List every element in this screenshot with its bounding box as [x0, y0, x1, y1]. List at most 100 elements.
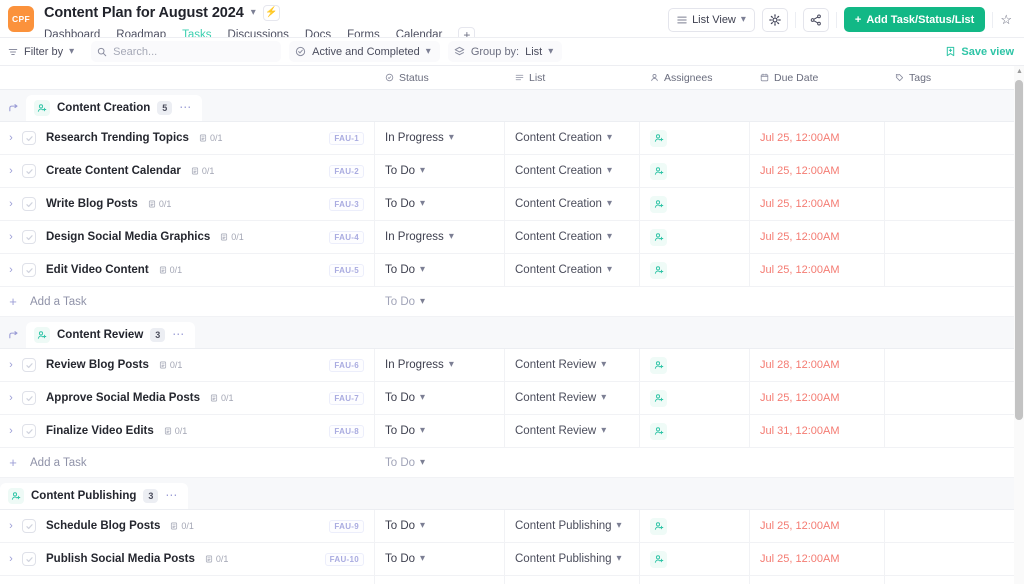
task-row[interactable]: ›Upload Video Content0/1FAU-11To Do▾Cont…	[0, 576, 1014, 584]
add-assignee-icon[interactable]	[650, 261, 667, 279]
lightning-bolt-icon[interactable]: ⚡	[262, 4, 280, 21]
scrollbar-thumb[interactable]	[1015, 80, 1023, 420]
task-status-cell[interactable]: To Do▾	[375, 543, 505, 575]
task-status-value[interactable]: In Progress ▾	[385, 132, 454, 144]
task-group-menu-icon[interactable]: ⋯	[165, 489, 178, 501]
task-assignees-cell[interactable]	[640, 576, 750, 584]
task-status-value[interactable]: To Do ▾	[385, 553, 425, 565]
task-group-menu-icon[interactable]: ⋯	[172, 328, 185, 340]
add-task-status-list-button[interactable]: + Add Task/Status/List	[843, 7, 986, 32]
scroll-up-icon[interactable]: ▲	[1016, 68, 1023, 75]
task-assignees-cell[interactable]	[640, 382, 750, 414]
task-due-date-cell[interactable]: Jul 25, 12:00AM	[750, 382, 885, 414]
task-name-cell[interactable]: › Create Content Calendar 0/1 FAU-2	[0, 155, 375, 187]
add-task-status[interactable]: To Do ▾	[375, 296, 505, 308]
task-list-value[interactable]: Content Publishing ▾	[515, 520, 622, 532]
task-complete-checkbox[interactable]	[22, 263, 36, 277]
expand-task-icon[interactable]: ›	[0, 132, 22, 144]
task-status-cell[interactable]: To Do▾	[375, 510, 505, 542]
task-list-cell[interactable]: Content Creation ▾	[505, 254, 640, 286]
person-add-icon[interactable]	[34, 100, 50, 116]
expand-task-icon[interactable]: ›	[0, 264, 22, 276]
task-name-cell[interactable]: › Review Blog Posts 0/1 FAU-6	[0, 349, 375, 381]
task-row[interactable]: › Publish Social Media Posts 0/1 FAU-10 To D…	[0, 543, 1014, 576]
star-icon[interactable]: ☆	[1000, 12, 1012, 28]
expand-task-icon[interactable]: ›	[0, 198, 22, 210]
task-list-cell[interactable]: Content Review ▾	[505, 415, 640, 447]
expand-task-icon[interactable]: ›	[0, 231, 22, 243]
add-assignee-icon[interactable]	[650, 389, 667, 407]
task-tags-cell[interactable]	[885, 122, 1014, 154]
settings-button[interactable]	[761, 7, 788, 32]
task-list-value[interactable]: Content Creation ▾	[515, 132, 612, 144]
person-add-icon[interactable]	[8, 488, 24, 504]
task-tags-cell[interactable]	[885, 415, 1014, 447]
task-assignees-cell[interactable]	[640, 349, 750, 381]
task-status-cell[interactable]: In Progress ▾	[375, 122, 505, 154]
task-assignees-cell[interactable]	[640, 415, 750, 447]
task-status-value[interactable]: To Do ▾	[385, 392, 425, 404]
column-header-status[interactable]: Status	[375, 72, 505, 84]
task-complete-checkbox[interactable]	[22, 131, 36, 145]
expand-task-icon[interactable]: ›	[0, 553, 22, 565]
task-list-value[interactable]: Content Creation ▾	[515, 231, 612, 243]
task-tags-cell[interactable]	[885, 155, 1014, 187]
task-due-date-value[interactable]: Jul 31, 12:00AM	[760, 425, 840, 437]
task-complete-checkbox[interactable]	[22, 424, 36, 438]
task-due-date-value[interactable]: Jul 25, 12:00AM	[760, 520, 840, 532]
task-status-value[interactable]: In Progress ▾	[385, 359, 454, 371]
workspace-logo[interactable]: CPF	[8, 6, 34, 32]
add-task-status[interactable]: To Do ▾	[375, 457, 505, 469]
task-row[interactable]: › Design Social Media Graphics 0/1 FAU-4 In …	[0, 221, 1014, 254]
task-due-date-value[interactable]: Jul 25, 12:00AM	[760, 392, 840, 404]
task-row[interactable]: › Approve Social Media Posts 0/1 FAU-7 To Do…	[0, 382, 1014, 415]
add-assignee-icon[interactable]	[650, 422, 667, 440]
task-name-cell[interactable]: › Research Trending Topics 0/1 FAU-1	[0, 122, 375, 154]
task-status-value[interactable]: To Do ▾	[385, 520, 425, 532]
add-assignee-icon[interactable]	[650, 162, 667, 180]
task-list-cell[interactable]: Content Publishing▾	[505, 576, 640, 584]
task-name-cell[interactable]: › Publish Social Media Posts 0/1 FAU-10	[0, 543, 375, 575]
task-assignees-cell[interactable]	[640, 543, 750, 575]
task-assignees-cell[interactable]	[640, 122, 750, 154]
share-button[interactable]	[802, 7, 829, 32]
task-tags-cell[interactable]	[885, 188, 1014, 220]
task-list-value[interactable]: Content Review ▾	[515, 392, 606, 404]
task-status-value[interactable]: To Do ▾	[385, 264, 425, 276]
add-assignee-icon[interactable]	[650, 550, 667, 568]
task-tags-cell[interactable]	[885, 576, 1014, 584]
task-due-date-cell[interactable]: Jul 25, 12:00AM	[750, 188, 885, 220]
task-complete-checkbox[interactable]	[22, 197, 36, 211]
task-due-date-cell[interactable]: Jul 28, 12:00AM	[750, 349, 885, 381]
task-due-date-value[interactable]: Jul 25, 12:00AM	[760, 553, 840, 565]
task-row[interactable]: › Edit Video Content 0/1 FAU-5 To Do ▾ Content…	[0, 254, 1014, 287]
search-input[interactable]: Search...	[91, 41, 282, 62]
task-row[interactable]: › Finalize Video Edits 0/1 FAU-8 To Do ▾ Conte…	[0, 415, 1014, 448]
collapse-arrow-icon[interactable]	[0, 322, 26, 348]
task-due-date-value[interactable]: Jul 25, 12:00AM	[760, 198, 840, 210]
task-list-cell[interactable]: Content Creation ▾	[505, 155, 640, 187]
task-tags-cell[interactable]	[885, 254, 1014, 286]
task-complete-checkbox[interactable]	[22, 552, 36, 566]
task-group-menu-icon[interactable]: ⋯	[179, 101, 192, 113]
task-due-date-cell[interactable]: Jul 25, 12:00AM	[750, 254, 885, 286]
add-assignee-icon[interactable]	[650, 517, 667, 535]
task-row[interactable]: › Create Content Calendar 0/1 FAU-2 To Do ▾ Co…	[0, 155, 1014, 188]
task-status-cell[interactable]: In Progress ▾	[375, 221, 505, 253]
task-tags-cell[interactable]	[885, 510, 1014, 542]
status-filter-button[interactable]: Active and Completed ▾	[289, 41, 440, 62]
task-name-cell[interactable]: ›Upload Video Content0/1FAU-11	[0, 576, 375, 584]
task-name-cell[interactable]: › Write Blog Posts 0/1 FAU-3	[0, 188, 375, 220]
task-due-date-value[interactable]: Jul 25, 12:00AM	[760, 165, 840, 177]
chevron-down-icon[interactable]: ▾	[251, 7, 256, 18]
column-header-list[interactable]: List	[505, 72, 640, 84]
plus-icon[interactable]: +	[2, 455, 24, 470]
task-assignees-cell[interactable]	[640, 510, 750, 542]
expand-task-icon[interactable]: ›	[0, 425, 22, 437]
task-status-cell[interactable]: To Do▾	[375, 254, 505, 286]
person-add-icon[interactable]	[34, 327, 50, 343]
task-row[interactable]: › Write Blog Posts 0/1 FAU-3 To Do ▾ Content C…	[0, 188, 1014, 221]
task-list-value[interactable]: Content Creation ▾	[515, 198, 612, 210]
task-assignees-cell[interactable]	[640, 221, 750, 253]
task-name-cell[interactable]: › Approve Social Media Posts 0/1 FAU-7	[0, 382, 375, 414]
